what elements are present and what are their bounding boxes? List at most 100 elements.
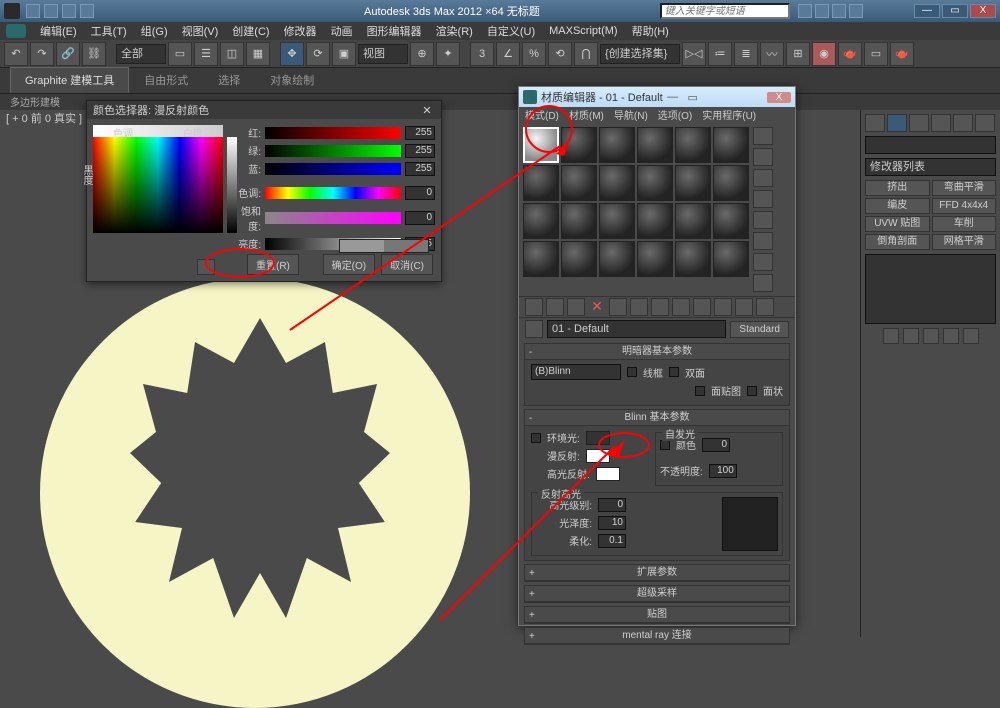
reset-button[interactable]: 重置(R)	[247, 254, 299, 275]
matmenu-navigation[interactable]: 导航(N)	[614, 107, 648, 123]
undo-icon[interactable]: ↶	[4, 42, 28, 66]
value-strip[interactable]	[227, 137, 237, 233]
minimize-button[interactable]: —	[914, 4, 940, 18]
mod-btn-skin[interactable]: 编皮	[865, 198, 930, 214]
menu-grapheditors[interactable]: 图形编辑器	[367, 23, 422, 39]
cmd-tab-create-icon[interactable]	[865, 114, 885, 132]
sample-slot-10[interactable]	[637, 165, 673, 201]
redo-icon[interactable]: ↷	[30, 42, 54, 66]
rollout-shader-title[interactable]: 明暗器基本参数	[622, 346, 692, 357]
spinner-blue[interactable]: 255	[405, 162, 435, 176]
selfillum-color-checkbox[interactable]	[660, 440, 670, 450]
render-setup-icon[interactable]: 🫖	[838, 42, 862, 66]
sample-slot-16[interactable]	[637, 203, 673, 239]
cmd-tab-modify-icon[interactable]	[887, 114, 907, 132]
ambient-swatch[interactable]	[586, 431, 610, 445]
render-frame-icon[interactable]: ▭	[864, 42, 888, 66]
mateditor-maximize-button[interactable]: ▭	[683, 91, 703, 104]
mateditor-close-button[interactable]: X	[767, 92, 791, 103]
close-button[interactable]: X	[970, 4, 996, 18]
ribbon-tab-objectpaint[interactable]: 对象绘制	[255, 67, 329, 93]
get-material-icon[interactable]	[525, 298, 543, 316]
ref-coord-system[interactable]: 视图	[358, 44, 408, 64]
menu-customize[interactable]: 自定义(U)	[487, 23, 535, 39]
diffuse-swatch[interactable]	[586, 449, 610, 463]
menu-animation[interactable]: 动画	[331, 23, 353, 39]
qat-open-icon[interactable]	[26, 4, 40, 18]
specular-swatch[interactable]	[596, 467, 620, 481]
layers-icon[interactable]: ≣	[734, 42, 758, 66]
menu-tools[interactable]: 工具(T)	[91, 23, 127, 39]
make-preview-icon[interactable]	[753, 232, 773, 250]
menu-modifiers[interactable]: 修改器	[284, 23, 317, 39]
hue-whiteness-field[interactable]: 色调白度 黑度	[93, 125, 223, 233]
stack-show-icon[interactable]	[903, 328, 919, 344]
stack-config-icon[interactable]	[963, 328, 979, 344]
sample-slot-5[interactable]	[675, 127, 711, 163]
sample-slot-9[interactable]	[599, 165, 635, 201]
assign-material-icon[interactable]	[567, 298, 585, 316]
material-name-field[interactable]: 01 - Default	[547, 320, 726, 338]
sample-slot-22[interactable]	[637, 241, 673, 277]
slider-blue[interactable]	[265, 163, 401, 175]
sample-slot-2[interactable]	[561, 127, 597, 163]
cmd-tab-motion-icon[interactable]	[931, 114, 951, 132]
menu-edit[interactable]: 编辑(E)	[40, 23, 77, 39]
percent-snap-icon[interactable]: %	[522, 42, 546, 66]
qat-redo-icon[interactable]	[80, 4, 94, 18]
sample-slot-18[interactable]	[713, 203, 749, 239]
wire-checkbox[interactable]	[627, 367, 637, 377]
rollout-supersampling[interactable]: +超级采样	[525, 586, 789, 602]
snap-toggle-icon[interactable]: 3	[470, 42, 494, 66]
mod-btn-bevelprofile[interactable]: 倒角剖面	[865, 234, 930, 250]
stack-remove-icon[interactable]	[943, 328, 959, 344]
app-menu-icon[interactable]	[6, 24, 26, 38]
rotate-icon[interactable]: ⟳	[306, 42, 330, 66]
rollout-extended[interactable]: +扩展参数	[525, 565, 789, 581]
select-icon[interactable]: ▭	[168, 42, 192, 66]
select-by-material-icon[interactable]	[753, 274, 773, 292]
mod-btn-meshsmooth[interactable]: 弯曲平滑	[932, 180, 997, 196]
mateditor-titlebar[interactable]: 材质编辑器 - 01 - Default — ▭ X	[519, 87, 795, 107]
link-icon[interactable]: 🔗	[56, 42, 80, 66]
rollout-maps[interactable]: +贴图	[525, 607, 789, 623]
object-name-field[interactable]	[865, 136, 996, 154]
sample-slot-8[interactable]	[561, 165, 597, 201]
put-to-library-icon[interactable]	[651, 298, 669, 316]
shader-type-combo[interactable]: (B)Blinn	[531, 364, 621, 380]
material-type-button[interactable]: Standard	[730, 321, 789, 338]
menu-maxscript[interactable]: MAXScript(M)	[549, 25, 617, 37]
make-unique-icon[interactable]	[630, 298, 648, 316]
options-icon[interactable]	[753, 253, 773, 271]
slider-green[interactable]	[265, 145, 401, 157]
material-editor-icon[interactable]: ◉	[812, 42, 836, 66]
go-parent-icon[interactable]	[735, 298, 753, 316]
background-icon[interactable]	[753, 169, 773, 187]
mod-btn-extrude[interactable]: 挤出	[865, 180, 930, 196]
modifier-stack[interactable]	[865, 254, 996, 324]
sample-slot-21[interactable]	[599, 241, 635, 277]
material-id-icon[interactable]	[672, 298, 690, 316]
render-icon[interactable]: 🫖	[890, 42, 914, 66]
backlight-icon[interactable]	[753, 148, 773, 166]
sample-slot-20[interactable]	[561, 241, 597, 277]
slider-red[interactable]	[265, 127, 401, 139]
cmd-tab-utilities-icon[interactable]	[975, 114, 995, 132]
sample-type-icon[interactable]	[753, 127, 773, 145]
slider-hue[interactable]	[265, 187, 401, 199]
show-end-result-icon[interactable]	[714, 298, 732, 316]
sample-slot-14[interactable]	[561, 203, 597, 239]
select-name-icon[interactable]: ☰	[194, 42, 218, 66]
soften-spinner[interactable]: 0.1	[598, 534, 626, 548]
stack-pin-icon[interactable]	[883, 328, 899, 344]
sample-slot-11[interactable]	[675, 165, 711, 201]
menu-group[interactable]: 组(G)	[141, 23, 168, 39]
select-region-icon[interactable]: ◫	[220, 42, 244, 66]
sample-uv-icon[interactable]	[753, 190, 773, 208]
cmd-tab-hierarchy-icon[interactable]	[909, 114, 929, 132]
spinner-snap-icon[interactable]: ⟲	[548, 42, 572, 66]
matmenu-utilities[interactable]: 实用程序(U)	[702, 107, 756, 123]
curve-editor-icon[interactable]: 〰	[760, 42, 784, 66]
color-picker-titlebar[interactable]: 颜色选择器: 漫反射颜色 ✕	[87, 101, 441, 119]
ribbon-tab-selection[interactable]: 选择	[203, 67, 255, 93]
